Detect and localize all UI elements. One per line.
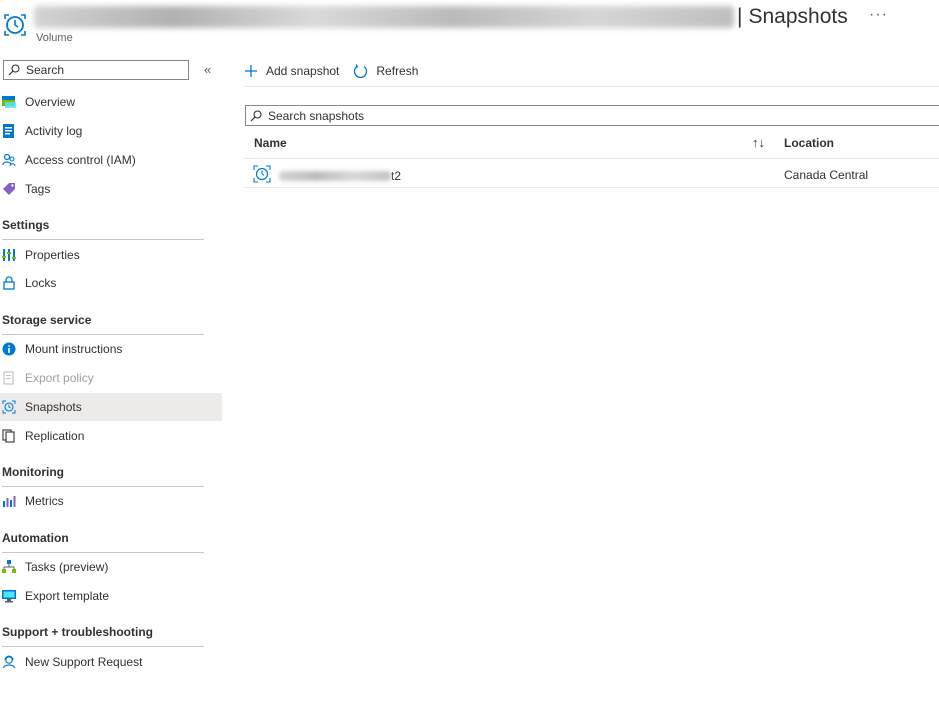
export-policy-icon <box>2 371 16 385</box>
sidebar-item-export-policy: Export policy <box>0 364 222 392</box>
snapshot-icon <box>2 12 28 38</box>
section-settings: Settings <box>2 218 204 240</box>
collapse-sidebar-button[interactable]: « <box>204 62 211 77</box>
command-bar: Add snapshot Refresh <box>244 58 432 84</box>
toolbar-divider <box>244 86 939 87</box>
sidebar-search[interactable] <box>3 60 189 80</box>
sidebar-item-access-control[interactable]: Access control (IAM) <box>0 146 222 174</box>
more-options-button[interactable]: ··· <box>869 6 888 24</box>
table-row[interactable]: t2 Canada Central <box>244 159 939 187</box>
sidebar-item-tags[interactable]: Tags <box>0 175 222 203</box>
section-storage-service: Storage service <box>2 313 204 335</box>
redacted-snapshot-name <box>279 170 391 181</box>
sidebar-item-tasks[interactable]: Tasks (preview) <box>0 553 222 581</box>
section-support: Support + troubleshooting <box>2 625 204 647</box>
people-icon <box>2 153 16 167</box>
blade-header: | Snapshots ··· Volume <box>0 0 939 50</box>
export-template-icon <box>2 589 16 603</box>
metrics-icon <box>2 494 16 508</box>
activity-log-icon <box>2 124 16 138</box>
search-icon <box>250 109 262 121</box>
refresh-button[interactable]: Refresh <box>353 63 418 79</box>
redacted-resource-name <box>34 6 734 28</box>
tag-icon <box>2 182 16 196</box>
snapshot-search[interactable] <box>245 105 939 126</box>
plus-icon <box>245 65 257 77</box>
lock-icon <box>2 276 16 290</box>
sidebar-item-snapshots[interactable]: Snapshots <box>0 393 222 421</box>
sidebar-item-properties[interactable]: Properties <box>0 241 222 269</box>
column-header-location[interactable]: Location <box>784 136 834 150</box>
search-icon <box>8 64 20 76</box>
resource-type: Volume <box>36 32 73 44</box>
snapshot-name-link[interactable]: t2 <box>253 165 401 186</box>
tasks-icon <box>2 560 16 574</box>
add-snapshot-button[interactable]: Add snapshot <box>244 64 339 78</box>
properties-icon <box>2 248 16 262</box>
sidebar-item-new-support-request[interactable]: New Support Request <box>0 648 222 676</box>
refresh-icon <box>354 63 368 78</box>
info-icon <box>2 342 16 356</box>
snapshot-icon <box>2 400 16 414</box>
snapshot-icon <box>253 165 271 186</box>
support-icon <box>2 655 16 669</box>
sidebar-item-activity-log[interactable]: Activity log <box>0 117 222 145</box>
section-monitoring: Monitoring <box>2 465 204 487</box>
row-divider <box>244 187 939 188</box>
sidebar-item-metrics[interactable]: Metrics <box>0 487 222 515</box>
location-cell: Canada Central <box>784 168 869 182</box>
overview-icon <box>2 95 16 109</box>
sort-icon[interactable]: ↑↓ <box>752 135 765 150</box>
sidebar-item-locks[interactable]: Locks <box>0 269 222 297</box>
sidebar-search-input[interactable] <box>24 62 188 78</box>
sidebar-item-mount-instructions[interactable]: Mount instructions <box>0 335 222 363</box>
sidebar-item-overview[interactable]: Overview <box>0 88 222 116</box>
section-automation: Automation <box>2 531 204 553</box>
sidebar-item-export-template[interactable]: Export template <box>0 582 222 610</box>
replication-icon <box>2 429 16 443</box>
column-header-name[interactable]: Name <box>254 136 287 150</box>
sidebar-item-replication[interactable]: Replication <box>0 422 222 450</box>
snapshot-search-input[interactable] <box>266 107 870 124</box>
page-title: | Snapshots <box>737 5 848 28</box>
